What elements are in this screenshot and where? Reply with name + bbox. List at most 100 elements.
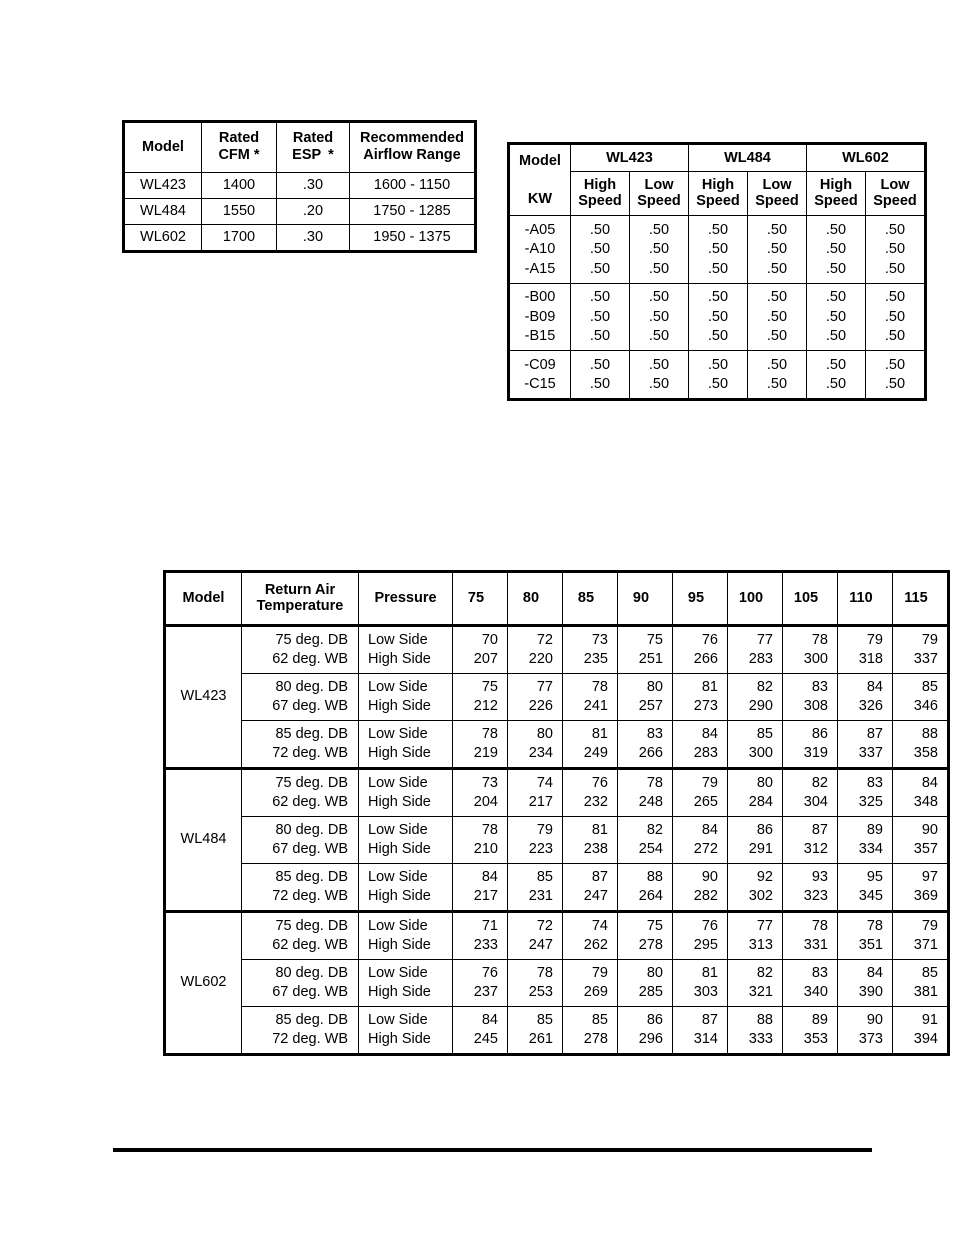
pressure-low-side-value: 84 [921, 774, 938, 791]
pressure-cell-values: 78 331 [782, 910, 838, 960]
kw-cell-value: .50 [806, 374, 866, 400]
pressure-side-label-1: Low Side [368, 821, 428, 838]
kw-cell-value: .50 [570, 350, 630, 375]
pressure-header-model-line-1: Model [182, 590, 225, 606]
kw-header-speed-6-line-1: Low [880, 177, 910, 193]
pressure-high-side-value: 323 [803, 887, 828, 904]
pressure-low-side-value: 84 [866, 964, 883, 981]
kw-cell-code: -A05 [508, 215, 571, 240]
pressure-side-label-2: High Side [368, 983, 431, 1000]
pressure-return-air-line-2: 72 deg. WB [272, 1030, 348, 1047]
pressure-high-side-value: 266 [693, 650, 718, 667]
pressure-high-side-value: 308 [803, 697, 828, 714]
pressure-cell-values: 86 319 [782, 720, 838, 769]
kw-header-model-kw-corner: Model KW [508, 143, 571, 216]
pressure-header-temp-100: 100 [727, 571, 783, 626]
kw-cell-value: .50 [570, 374, 630, 400]
kw-cell-value: .50 [747, 282, 807, 307]
kw-cell-value: .50 [747, 215, 807, 240]
pressure-low-side-value: 93 [811, 868, 828, 885]
pressure-cell-values: 75 278 [617, 910, 673, 960]
pressure-high-side-value: 358 [913, 744, 938, 761]
pressure-high-side-value: 278 [583, 1030, 608, 1047]
pressure-cell-values: 79 318 [837, 624, 893, 674]
pressure-low-side-value: 88 [921, 725, 938, 742]
airflow-header-airflow-range-line-2: Airflow Range [363, 147, 461, 163]
kw-cell-value: .50 [688, 326, 748, 351]
airflow-cell-rated-cfm: 1550 [201, 198, 277, 225]
pressure-low-side-value: 97 [921, 868, 938, 885]
pressure-cell-values: 78 219 [452, 720, 508, 769]
pressure-cell-values: 95 345 [837, 863, 893, 912]
pressure-return-air-line-2: 72 deg. WB [272, 744, 348, 761]
pressure-low-side-value: 81 [701, 964, 718, 981]
pressure-cell-values: 72 220 [507, 624, 563, 674]
pressure-cell-values: 84 348 [892, 767, 949, 817]
pressure-low-side-value: 84 [701, 821, 718, 838]
pressure-return-air-line-2: 67 deg. WB [272, 983, 348, 1000]
kw-cell-value: .50 [806, 326, 866, 351]
kw-cell-value: .50 [688, 282, 748, 307]
pressure-cell-return-air: 85 deg. DB 72 deg. WB [241, 863, 359, 912]
pressure-low-side-value: 78 [591, 678, 608, 695]
pressure-return-air-line-1: 80 deg. DB [275, 821, 348, 838]
pressure-low-side-value: 72 [536, 917, 553, 934]
pressure-cell-values: 80 284 [727, 767, 783, 817]
pressure-high-side-value: 269 [583, 983, 608, 1000]
footer-divider-rule [113, 1148, 872, 1152]
airflow-table-body: WL423 1400.30 1600 - 1150 WL484 1550.20 1750 … [123, 172, 476, 252]
pressure-high-side-value: 257 [638, 697, 663, 714]
airflow-header-row: Model Rated CFM * Rated ESP * Recommended Ai… [123, 121, 476, 173]
pressure-low-side-value: 85 [756, 725, 773, 742]
pressure-cell-return-air: 80 deg. DB 67 deg. WB [241, 959, 359, 1007]
pressure-cell-return-air: 75 deg. DB 62 deg. WB [241, 767, 359, 817]
pressure-high-side-value: 319 [803, 744, 828, 761]
pressure-cell-values: 92 302 [727, 863, 783, 912]
kw-header-speed-3: High Speed [688, 171, 748, 216]
kw-header-model-label: Model [519, 153, 561, 169]
pressure-high-side-value: 207 [473, 650, 498, 667]
airflow-header-model-line-1: Model [142, 138, 184, 155]
pressure-high-side-value: 237 [473, 983, 498, 1000]
pressure-cell-values: 77 226 [507, 673, 563, 721]
pressure-row: WL602 75 deg. DB 62 deg. WB Low Side High Si… [164, 910, 949, 1055]
pressure-return-air-line-1: 80 deg. DB [275, 964, 348, 981]
kw-row: -B15.50.50.50.50.50.50 [508, 326, 926, 351]
pressure-cell-values: 81 273 [672, 673, 728, 721]
pressure-low-side-value: 89 [811, 1011, 828, 1028]
pressure-side-label-2: High Side [368, 1030, 431, 1047]
pressure-high-side-value: 331 [803, 936, 828, 953]
pressure-high-side-value: 265 [693, 793, 718, 810]
kw-cell-value: .50 [865, 239, 926, 259]
kw-cell-value: .50 [806, 239, 866, 259]
pressure-cell-return-air: 80 deg. DB 67 deg. WB [241, 673, 359, 721]
kw-cell-value: .50 [570, 307, 630, 327]
kw-header-speed-2: Low Speed [629, 171, 689, 216]
airflow-row: WL484 1550.20 1750 - 1285 [123, 198, 476, 225]
pressure-header-row: Model Return Air Temperature Pressure 75 8… [164, 571, 949, 626]
pressure-row: 85 deg. DB 72 deg. WB Low Side High Side 84 2… [165, 863, 949, 912]
pressure-cell-values: 74 262 [562, 910, 618, 960]
kw-cell-code: -B09 [508, 307, 571, 327]
pressure-side-label-2: High Side [368, 936, 431, 953]
pressure-high-side-value: 282 [693, 887, 718, 904]
kw-header-speed-2-line-2: Speed [637, 193, 681, 209]
pressure-side-label-1: Low Side [368, 631, 428, 648]
pressure-cell-values: 85 278 [562, 1006, 618, 1055]
pressure-low-side-value: 92 [756, 868, 773, 885]
pressure-side-label-2: High Side [368, 697, 431, 714]
airflow-cell-airflow-range: 1750 - 1285 [349, 198, 476, 225]
pressure-header-temp-85: 85 [562, 571, 618, 626]
pressure-cell-side-labels: Low Side High Side [358, 720, 453, 769]
kw-cell-value: .50 [688, 259, 748, 284]
pressure-high-side-value: 334 [858, 840, 883, 857]
pressure-header-pressure: Pressure [358, 571, 453, 626]
pressure-low-side-value: 78 [646, 774, 663, 791]
airflow-cell-model: WL602 [123, 224, 202, 252]
kw-cell-value: .50 [629, 350, 689, 375]
pressure-cell-model: WL484 [164, 767, 242, 912]
kw-row: -B00.50.50.50.50.50.50 [508, 282, 926, 307]
pressure-high-side-value: 283 [748, 650, 773, 667]
pressure-low-side-value: 82 [756, 678, 773, 695]
kw-cell-value: .50 [865, 350, 926, 375]
